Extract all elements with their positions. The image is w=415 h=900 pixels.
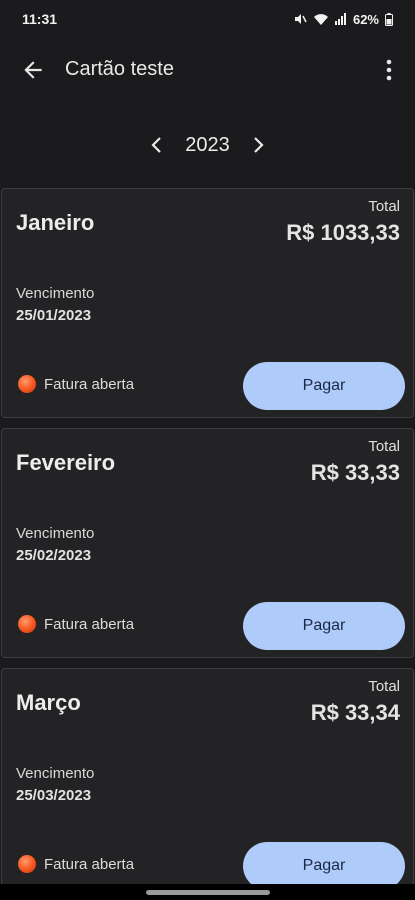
due-date: 25/03/2023: [16, 787, 92, 804]
total-label: Total: [368, 678, 400, 695]
chevron-left-icon[interactable]: [149, 135, 165, 155]
back-arrow-icon[interactable]: [20, 57, 46, 83]
gesture-handle[interactable]: [146, 890, 270, 895]
due-label: Vencimento: [16, 765, 95, 782]
status-dot-icon: [18, 375, 36, 393]
year-label: 2023: [185, 133, 230, 156]
invoice-card[interactable]: Março Total R$ 33,34 Vencimento 25/03/20…: [1, 668, 414, 898]
invoice-status: Fatura aberta: [18, 615, 134, 633]
status-text: Fatura aberta: [44, 375, 135, 393]
app-bar: Cartão teste: [0, 46, 415, 94]
due-date: 25/02/2023: [16, 547, 92, 564]
due-label: Vencimento: [16, 525, 95, 542]
total-value: R$ 1033,33: [286, 220, 400, 245]
total-value: R$ 33,34: [310, 700, 400, 725]
total-value: R$ 33,33: [310, 460, 400, 485]
status-time: 11:31: [22, 11, 58, 27]
card-month: Janeiro: [16, 210, 95, 235]
invoice-status: Fatura aberta: [18, 375, 134, 393]
total-label: Total: [368, 198, 400, 215]
status-bar: 11:31 62%: [0, 0, 415, 38]
due-label: Vencimento: [16, 285, 95, 302]
invoice-card[interactable]: Fevereiro Total R$ 33,33 Vencimento 25/0…: [1, 428, 414, 658]
invoice-status: Fatura aberta: [18, 855, 134, 873]
card-month: Fevereiro: [16, 450, 116, 475]
chevron-right-icon[interactable]: [250, 135, 266, 155]
invoice-card[interactable]: Janeiro Total R$ 1033,33 Vencimento 25/0…: [1, 188, 414, 418]
pay-button[interactable]: Pagar: [243, 842, 405, 890]
card-month: Março: [16, 690, 81, 715]
wifi-icon: [313, 14, 328, 25]
pay-button[interactable]: Pagar: [243, 602, 405, 650]
total-label: Total: [368, 438, 400, 455]
battery-percent: 62%: [352, 11, 379, 27]
system-nav-bar: [0, 884, 415, 900]
status-icons: 62%: [293, 12, 393, 27]
status-dot-icon: [18, 855, 36, 873]
signal-icon: [334, 13, 346, 25]
year-selector: 2023: [0, 130, 415, 160]
battery-icon: [385, 12, 393, 26]
status-text: Fatura aberta: [44, 855, 135, 873]
status-text: Fatura aberta: [44, 615, 135, 633]
status-dot-icon: [18, 615, 36, 633]
page-title: Cartão teste: [65, 58, 174, 80]
mute-icon: [294, 14, 307, 24]
more-vert-icon[interactable]: [377, 56, 401, 84]
pay-button[interactable]: Pagar: [243, 362, 405, 410]
screen: 11:31 62% Cartão teste 2023 Janeiro Tota…: [0, 0, 415, 900]
due-date: 25/01/2023: [16, 307, 92, 324]
